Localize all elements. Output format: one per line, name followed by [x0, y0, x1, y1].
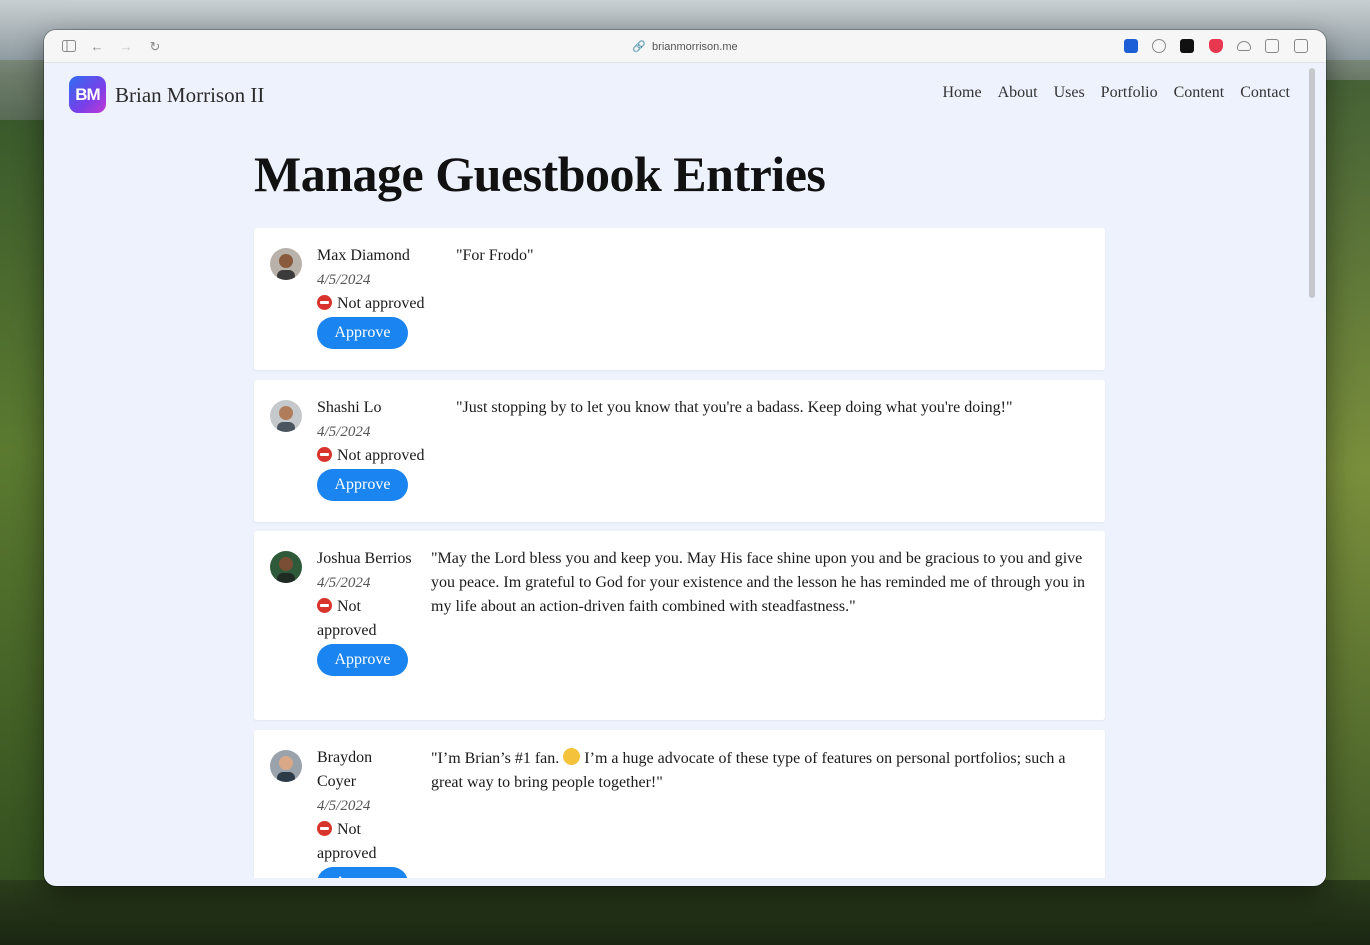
entry-date: 4/5/2024 [317, 575, 371, 591]
guestbook-entry: Max Diamond 4/5/2024 Not approved Approv… [254, 228, 1105, 370]
guestbook-entry: Braydon Coyer 4/5/2024 Not approved Appr… [254, 730, 1105, 878]
entry-author: Max Diamond [317, 247, 410, 264]
notion-icon[interactable] [1180, 39, 1194, 53]
reload-icon[interactable]: ↻ [147, 38, 163, 54]
entry-message: "Just stopping by to let you know that y… [456, 399, 1013, 416]
page-title: Manage Guestbook Entries [254, 146, 826, 202]
approve-button[interactable]: Approve [317, 644, 408, 676]
no-entry-icon [317, 447, 332, 462]
approve-button[interactable]: Approve [317, 469, 408, 501]
reader-icon[interactable] [1265, 39, 1279, 53]
back-icon[interactable]: ← [89, 38, 105, 54]
avatar [270, 750, 302, 782]
entry-meta: Shashi Lo 4/5/2024 Not approved Approve [317, 396, 447, 501]
cloud-icon[interactable] [1237, 41, 1251, 51]
entry-message: "May the Lord bless you and keep you. Ma… [431, 550, 1086, 615]
pocket-icon[interactable] [1209, 39, 1223, 53]
status-badge: Not approved [317, 595, 412, 643]
guestbook-entry: Shashi Lo 4/5/2024 Not approved Approve … [254, 380, 1105, 522]
status-badge: Not approved [317, 444, 447, 468]
guestbook-entry: Joshua Berrios 4/5/2024 Not approved App… [254, 531, 1105, 720]
main-nav: Home About Uses Portfolio Content Contac… [942, 84, 1290, 102]
entry-message-start: "I’m Brian’s #1 fan. [431, 750, 560, 767]
link-icon: 🔗 [632, 41, 647, 53]
grammarly-icon[interactable] [1152, 39, 1166, 53]
status-text: Not approved [337, 295, 425, 312]
no-entry-icon [317, 598, 332, 613]
entry-date: 4/5/2024 [317, 424, 371, 440]
site-name[interactable]: Brian Morrison II [115, 83, 264, 108]
entry-author: Shashi Lo [317, 399, 382, 416]
avatar [270, 248, 302, 280]
forward-icon[interactable]: → [118, 38, 134, 54]
avatar [270, 551, 302, 583]
nav-content[interactable]: Content [1174, 84, 1225, 102]
bitwarden-icon[interactable] [1124, 39, 1138, 53]
no-entry-icon [317, 821, 332, 836]
entry-meta: Joshua Berrios 4/5/2024 Not approved App… [317, 547, 412, 676]
browser-toolbar: ← → ↻ 🔗 brianmorrison.me [44, 30, 1326, 63]
nav-uses[interactable]: Uses [1054, 84, 1085, 102]
split-view-icon[interactable] [1294, 39, 1308, 53]
scrollbar-thumb[interactable] [1309, 68, 1315, 298]
status-text: Not approved [337, 447, 425, 464]
nav-home[interactable]: Home [942, 84, 981, 102]
entry-author: Braydon Coyer [317, 749, 373, 790]
status-badge: Not approved [317, 818, 412, 866]
entry-date: 4/5/2024 [317, 798, 371, 814]
nav-contact[interactable]: Contact [1240, 84, 1290, 102]
url-text[interactable]: brianmorrison.me [652, 41, 738, 53]
avatar [270, 400, 302, 432]
entry-date: 4/5/2024 [317, 272, 371, 288]
approve-button[interactable]: Approve [317, 867, 408, 878]
party-face-icon [563, 748, 581, 765]
web-page: BM Brian Morrison II Home About Uses Por… [52, 63, 1307, 878]
entry-author: Joshua Berrios [317, 550, 412, 567]
entry-meta: Braydon Coyer 4/5/2024 Not approved Appr… [317, 746, 412, 878]
status-badge: Not approved [317, 292, 447, 316]
nav-portfolio[interactable]: Portfolio [1101, 84, 1158, 102]
desktop-forest [0, 880, 1370, 945]
site-logo[interactable]: BM [69, 76, 106, 113]
approve-button[interactable]: Approve [317, 317, 408, 349]
entry-meta: Max Diamond 4/5/2024 Not approved Approv… [317, 244, 447, 349]
entry-message: "For Frodo" [456, 247, 534, 264]
entry-message: "I’m Brian’s #1 fan. I’m a huge advocate… [431, 746, 1091, 795]
no-entry-icon [317, 295, 332, 310]
browser-window: ← → ↻ 🔗 brianmorrison.me BM Brian Morris… [44, 30, 1326, 886]
sidebar-icon[interactable] [61, 38, 77, 54]
nav-about[interactable]: About [998, 84, 1038, 102]
